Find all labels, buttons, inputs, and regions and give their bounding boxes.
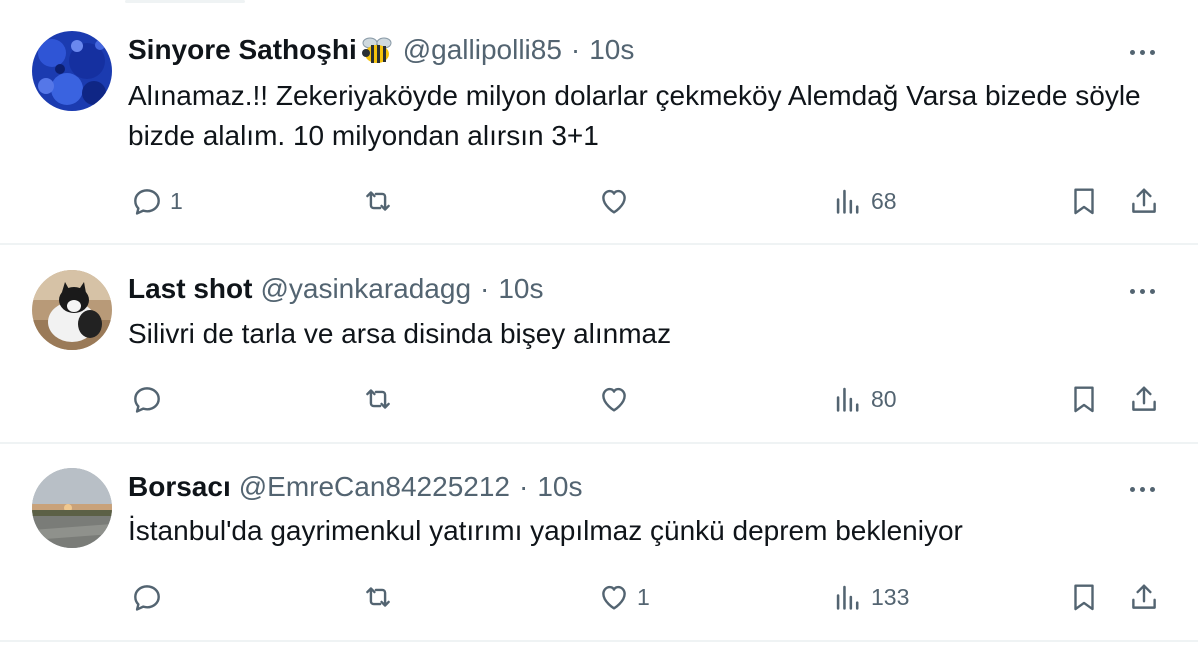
tweet[interactable]: Last shot @yasinkaradagg · 10s Silivri d…	[0, 245, 1202, 444]
separator: ·	[518, 471, 529, 502]
reply-icon	[134, 189, 160, 215]
like-button[interactable]	[597, 379, 637, 419]
heart-icon	[602, 387, 626, 412]
tweet[interactable]: Borsacı @EmreCan84225212 · 10s İstanbul'…	[0, 444, 1202, 642]
timestamp[interactable]: 10s	[498, 272, 543, 306]
views-button[interactable]: 133	[831, 577, 909, 617]
bookmark-button[interactable]	[1067, 577, 1101, 617]
share-button[interactable]	[1127, 577, 1161, 617]
heart-icon	[602, 585, 626, 610]
tweet-actions: 1 133	[0, 577, 1202, 617]
analytics-icon	[836, 189, 859, 214]
view-count: 68	[871, 187, 897, 214]
retweet-button[interactable]	[361, 181, 401, 221]
like-button[interactable]	[597, 181, 637, 221]
retweet-button[interactable]	[361, 577, 401, 617]
reply-button[interactable]	[130, 379, 170, 419]
tweet-text: Silivri de tarla ve arsa disinda bişey a…	[128, 318, 672, 349]
display-name[interactable]: Sinyore Sathoşhi	[128, 33, 357, 67]
separator: ·	[570, 34, 581, 65]
reply-button[interactable]	[130, 577, 170, 617]
tweet[interactable]: Sinyore Sathoşhi @gallipolli85 · 10s Alı…	[0, 0, 1202, 245]
display-name[interactable]: Borsacı	[128, 470, 231, 504]
handle[interactable]: @EmreCan84225212	[239, 470, 510, 504]
avatar[interactable]	[32, 270, 112, 350]
retweet-icon	[366, 587, 390, 607]
reply-icon	[134, 585, 160, 611]
tweet-actions: 80	[0, 379, 1202, 419]
bookmark-icon	[1074, 188, 1094, 215]
separator: ·	[480, 273, 490, 304]
bookmark-button[interactable]	[1067, 379, 1101, 419]
analytics-icon	[836, 387, 859, 412]
like-count: 1	[637, 583, 650, 610]
timestamp[interactable]: 10s	[589, 33, 634, 67]
reply-icon	[134, 387, 160, 413]
handle[interactable]: @yasinkaradagg	[260, 272, 471, 306]
share-icon	[1132, 386, 1156, 411]
retweet-icon	[366, 191, 390, 211]
bookmark-button[interactable]	[1067, 181, 1101, 221]
view-count: 80	[871, 385, 897, 412]
share-button[interactable]	[1127, 181, 1161, 221]
tweet-header: Last shot @yasinkaradagg · 10s	[128, 272, 544, 306]
tweet-header: Borsacı @EmreCan84225212 · 10s	[128, 470, 582, 504]
tweet-text: Alınamaz.!! Zekeriyaköyde milyon dolarla…	[128, 80, 1141, 151]
reply-count: 1	[170, 187, 183, 214]
like-button[interactable]: 1	[597, 577, 650, 617]
reply-button[interactable]: 1	[130, 181, 183, 221]
more-options-icon[interactable]	[1122, 472, 1162, 506]
more-options-icon[interactable]	[1122, 274, 1162, 308]
bookmark-icon	[1074, 386, 1094, 413]
views-button[interactable]: 80	[831, 379, 897, 419]
display-name[interactable]: Last shot	[128, 272, 252, 306]
share-icon	[1132, 584, 1156, 609]
bee-icon	[359, 33, 395, 67]
more-options-icon[interactable]	[1122, 35, 1162, 69]
tweet-text: İstanbul'da gayrimenkul yatırımı yapılma…	[128, 515, 963, 546]
share-button[interactable]	[1127, 379, 1161, 419]
retweet-button[interactable]	[361, 379, 401, 419]
handle[interactable]: @gallipolli85	[403, 33, 562, 67]
views-button[interactable]: 68	[831, 181, 897, 221]
heart-icon	[602, 189, 626, 214]
bookmark-icon	[1074, 584, 1094, 611]
view-count: 133	[871, 583, 910, 610]
share-icon	[1132, 188, 1156, 213]
timestamp[interactable]: 10s	[537, 470, 582, 504]
avatar[interactable]	[32, 468, 112, 548]
analytics-icon	[836, 585, 859, 610]
tweet-actions: 1 68	[0, 181, 1202, 221]
retweet-icon	[366, 389, 390, 409]
avatar[interactable]	[32, 31, 112, 111]
tweet-header: Sinyore Sathoşhi @gallipolli85 · 10s	[128, 33, 634, 67]
